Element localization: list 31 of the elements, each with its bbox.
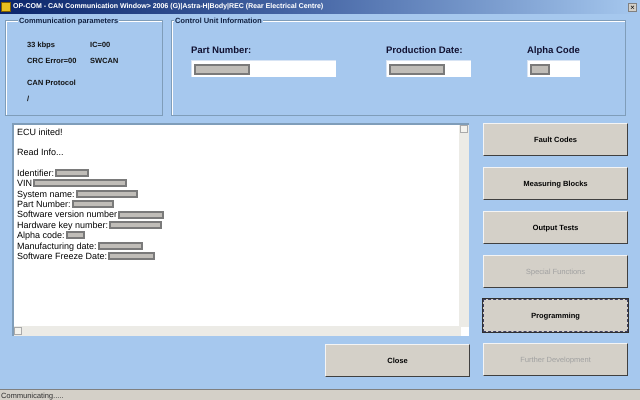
- redaction-mark: [109, 220, 162, 229]
- redaction-mark: [389, 64, 445, 74]
- redaction-mark: [194, 64, 250, 74]
- log-field-label: System name:: [17, 188, 75, 199]
- redaction-mark: [118, 210, 164, 219]
- vertical-scrollbar[interactable]: [459, 125, 469, 327]
- close-button[interactable]: ×: [628, 2, 637, 12]
- field-label: Alpha Code: [527, 45, 580, 56]
- redaction-mark: [530, 64, 550, 74]
- log-field-label: Alpha code:: [17, 230, 65, 241]
- log-field-label: Identifier:: [17, 168, 54, 178]
- redaction-mark: [98, 242, 143, 250]
- log-field-label: VIN: [17, 178, 32, 189]
- field-label: Part Number:: [191, 45, 252, 56]
- redaction-mark: [55, 168, 90, 177]
- app-icon: [1, 2, 11, 12]
- log-message: Read Info...: [17, 147, 64, 158]
- log-field-label: Part Number:: [17, 198, 71, 210]
- field-label: Production Date:: [386, 45, 464, 56]
- scroll-up-icon[interactable]: [460, 125, 468, 133]
- redaction-mark: [66, 231, 85, 240]
- scroll-left-icon[interactable]: [14, 327, 22, 335]
- redaction-mark: [72, 200, 114, 208]
- horizontal-scrollbar[interactable]: [14, 326, 461, 336]
- log-field-label: Manufacturing date:: [17, 240, 97, 251]
- redaction-mark: [108, 252, 156, 260]
- log-field-label: Software Freeze Date:: [17, 250, 108, 262]
- log-message: ECU inited!: [17, 127, 63, 138]
- log-field-label: Hardware key number:: [17, 220, 108, 230]
- redaction-mark: [76, 190, 138, 198]
- log-field-label: Software version number: [17, 209, 118, 220]
